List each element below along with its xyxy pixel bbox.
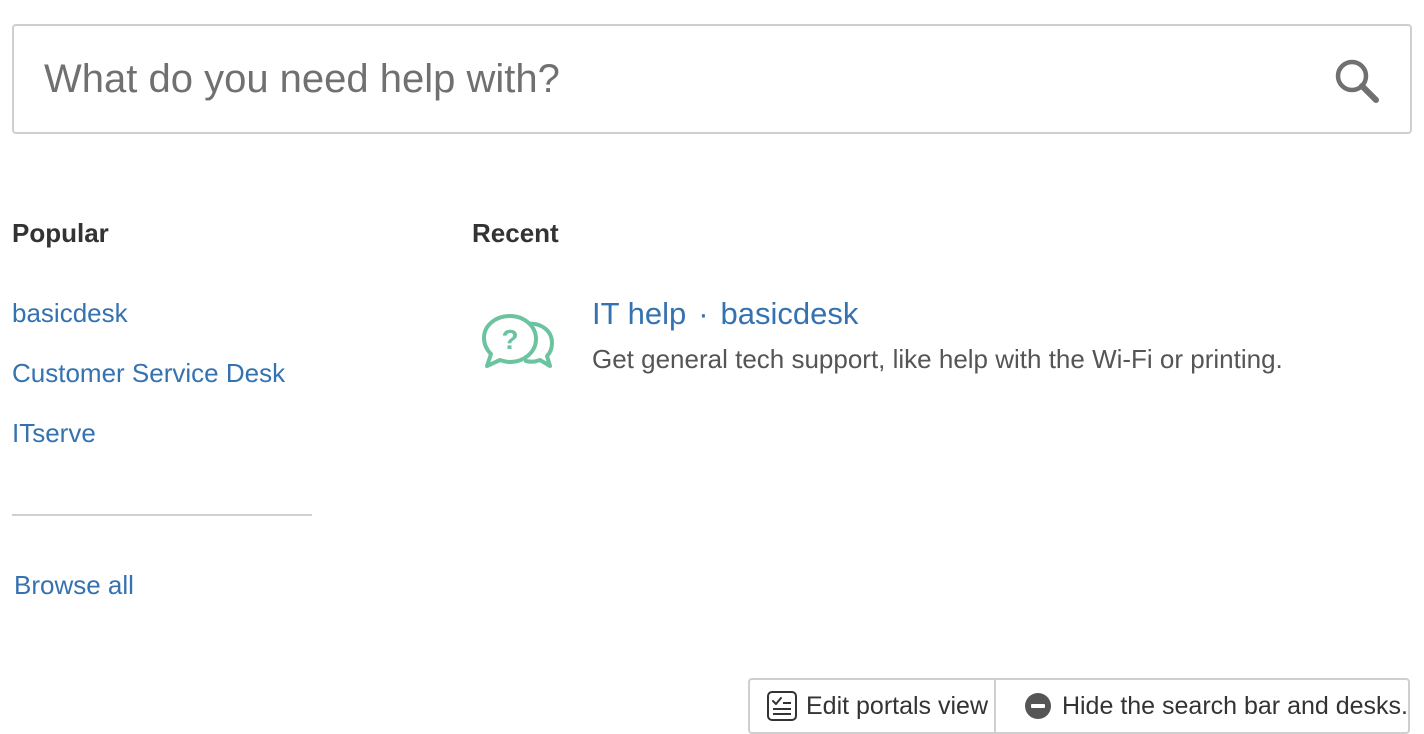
- recent-item-title[interactable]: IT help · basicdesk: [592, 296, 858, 332]
- popular-link-basicdesk[interactable]: basicdesk: [12, 298, 128, 329]
- hide-search-bar-label: Hide the search bar and desks.: [1061, 691, 1408, 720]
- search-input[interactable]: [14, 26, 1314, 132]
- svg-text:?: ?: [501, 324, 518, 355]
- edit-portals-view-button[interactable]: Edit portals view: [750, 680, 996, 732]
- recent-item-desk: basicdesk: [720, 296, 859, 331]
- recent-item-name: IT help: [592, 296, 687, 331]
- popular-link-customer-service-desk[interactable]: Customer Service Desk: [12, 358, 285, 389]
- recent-item-it-help[interactable]: ? IT help · basicdesk Get general tech sup…: [472, 296, 1372, 386]
- divider: [12, 514, 312, 516]
- question-chat-icon: ?: [482, 314, 554, 368]
- search-box[interactable]: [12, 24, 1412, 134]
- minus-circle-icon: [1024, 693, 1051, 719]
- hide-search-bar-button[interactable]: Hide the search bar and desks.: [996, 680, 1408, 732]
- edit-portals-view-label: Edit portals view: [806, 691, 989, 720]
- recent-item-description: Get general tech support, like help with…: [592, 344, 1283, 374]
- popular-link-itserve[interactable]: ITserve: [12, 418, 96, 449]
- recent-heading: Recent: [472, 218, 559, 248]
- search-icon[interactable]: [1332, 56, 1382, 106]
- checklist-icon: [767, 691, 797, 721]
- recent-item-separator: ·: [698, 296, 709, 331]
- popular-heading: Popular: [12, 218, 109, 248]
- browse-all-link[interactable]: Browse all: [14, 570, 134, 601]
- portal-toolbar: Edit portals view Hide the search bar an…: [748, 678, 1410, 734]
